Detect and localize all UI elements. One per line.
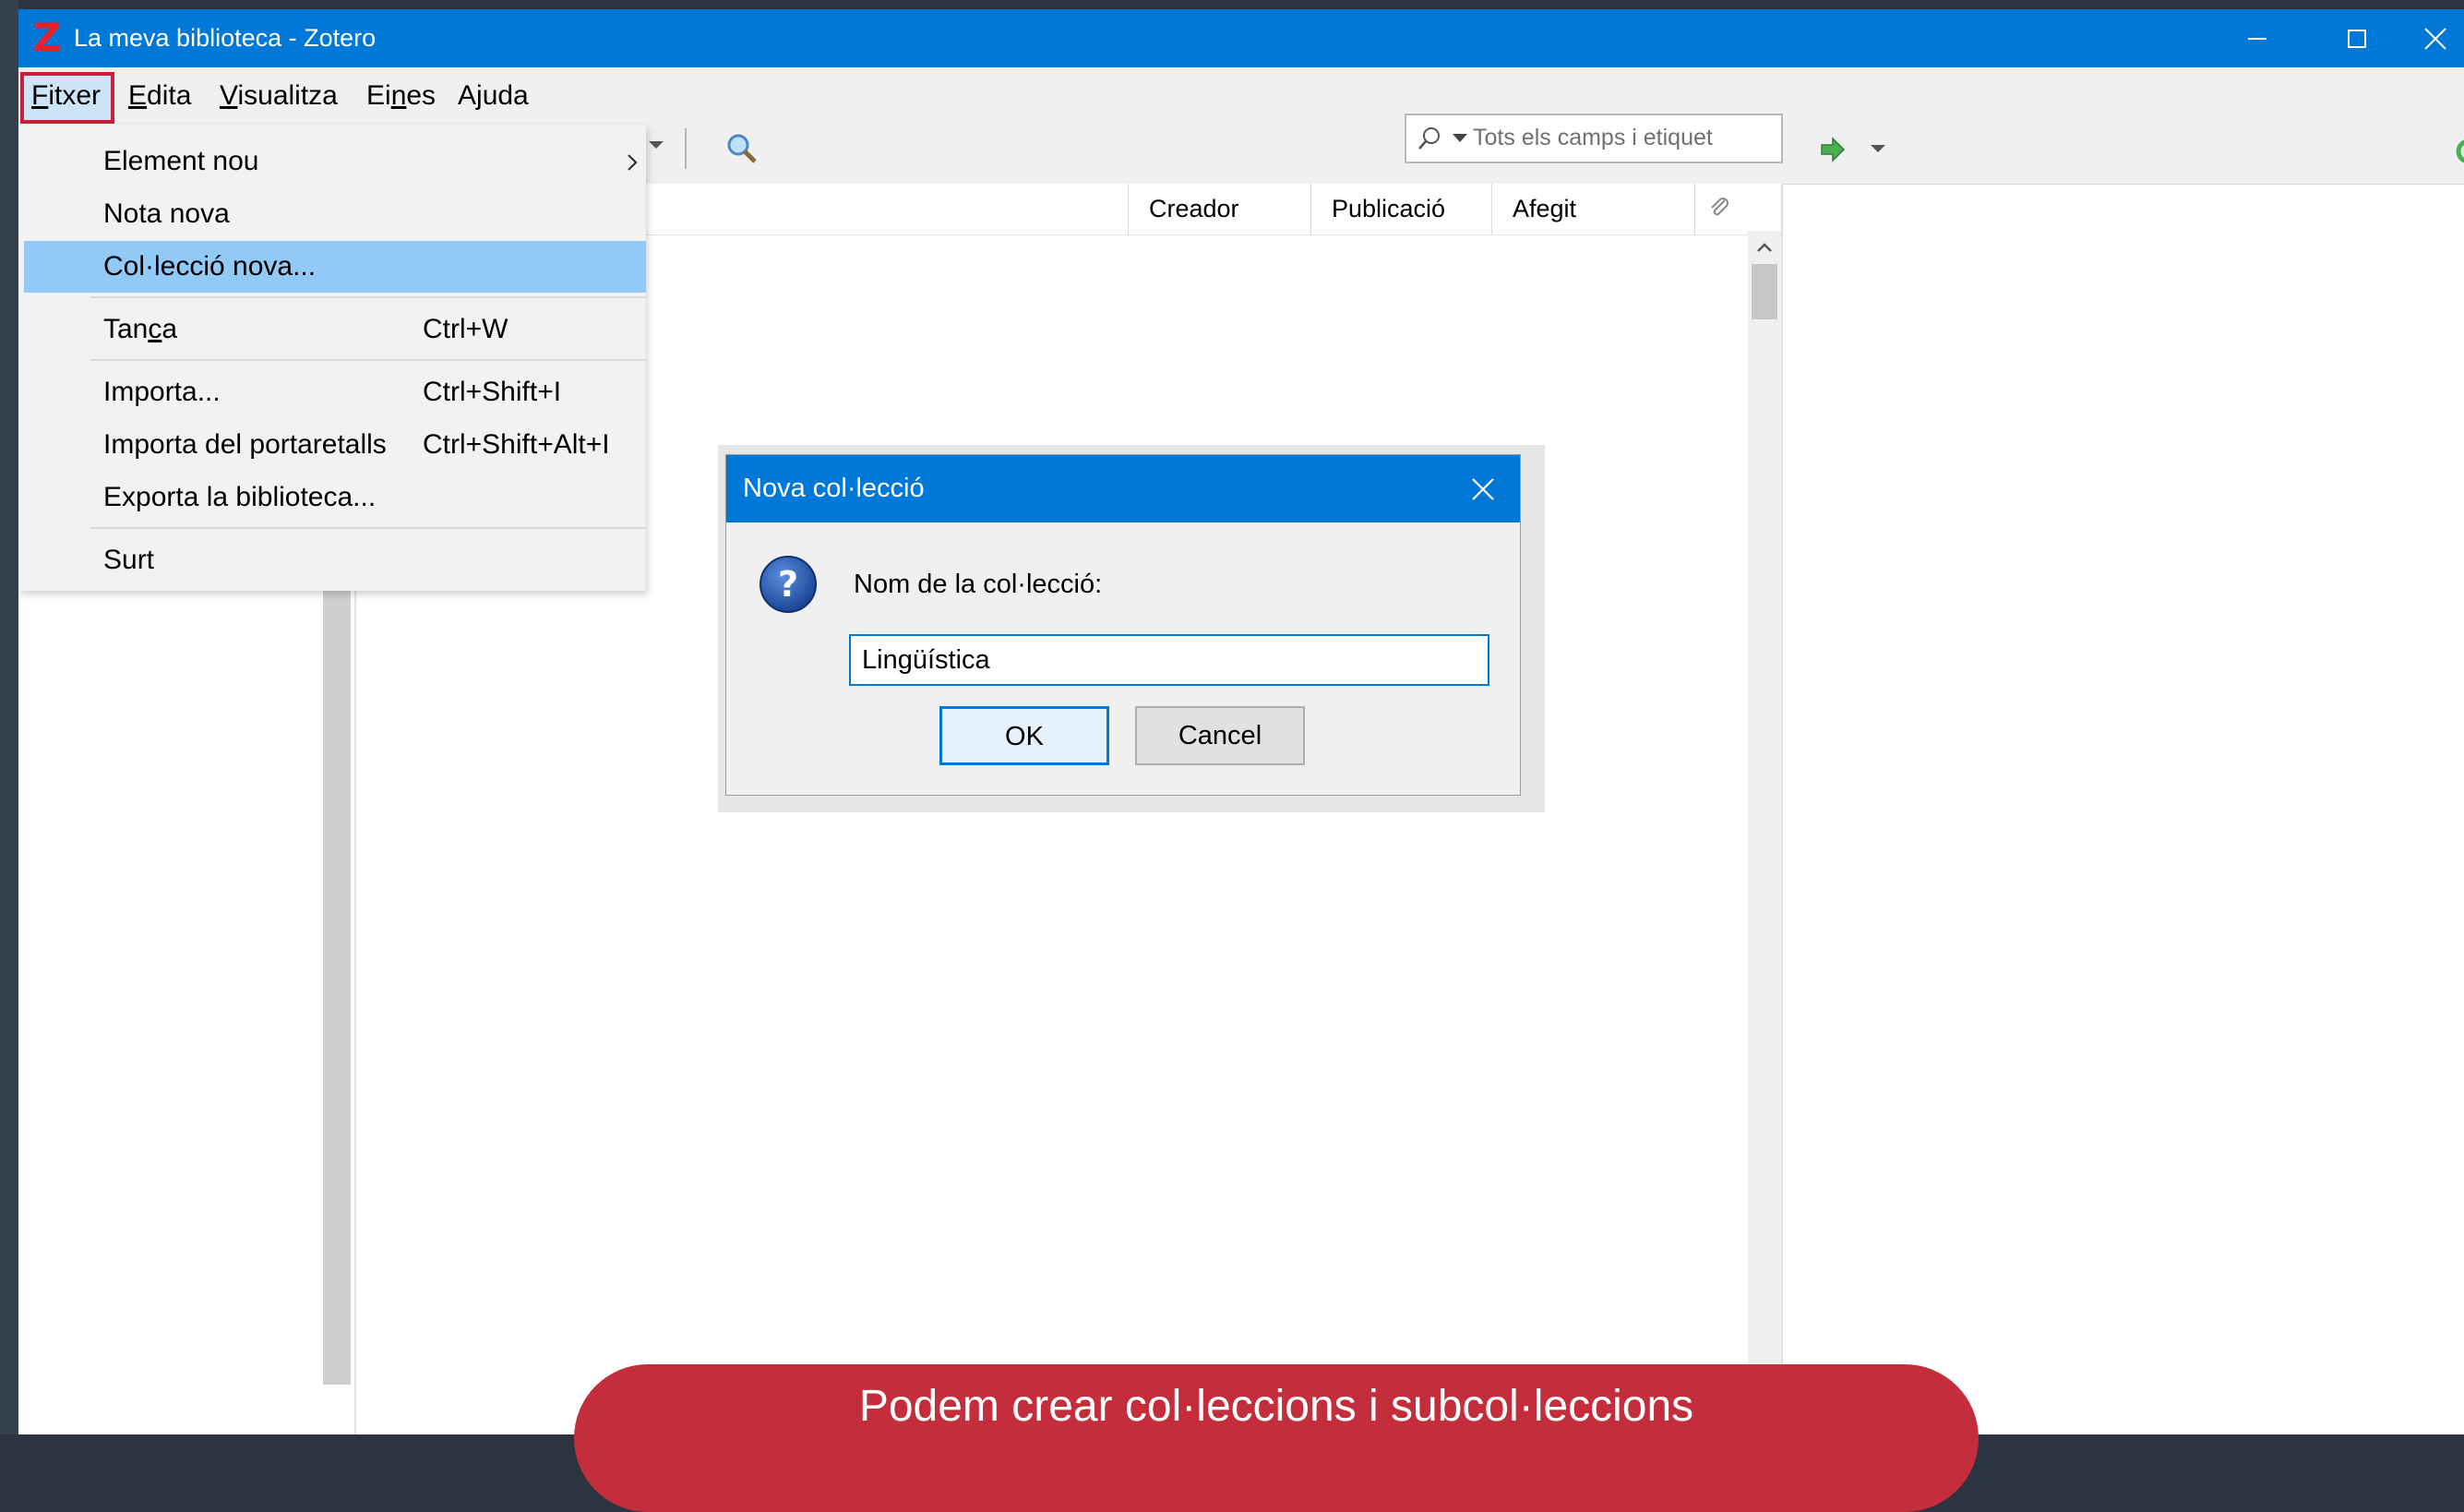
menuitem-label: Importa... bbox=[103, 377, 221, 407]
caption-banner: Podem crear col·leccions i subcol·leccio… bbox=[574, 1364, 1979, 1512]
magnifier-icon bbox=[727, 134, 757, 163]
menu-edita-mnemonic: E bbox=[128, 80, 148, 111]
zotero-window: Z La meva biblioteca - Zotero Tots els c… bbox=[18, 9, 2464, 1434]
column-attachments[interactable] bbox=[1694, 184, 1750, 234]
menuitem-shortcut: Ctrl+Shift+Alt+I bbox=[423, 429, 610, 460]
sync-icon[interactable] bbox=[2455, 138, 2464, 165]
menuitem-label: Exporta la biblioteca... bbox=[103, 482, 377, 512]
menuitem-element-nou[interactable]: Element nou bbox=[24, 136, 646, 187]
locate-dropdown-arrow-icon[interactable] bbox=[1868, 138, 1890, 160]
close-icon bbox=[2424, 27, 2446, 50]
dialog-title: Nova col·lecció bbox=[743, 474, 925, 503]
minimize-button[interactable] bbox=[2207, 9, 2307, 67]
menuitem-colleccio-nova[interactable]: Col·lecció nova... bbox=[24, 241, 646, 293]
paperclip-icon bbox=[1711, 198, 1728, 216]
items-scroll-thumb[interactable] bbox=[1752, 264, 1777, 319]
menuitem-importa-portaretalls[interactable]: Importa del portaretalls Ctrl+Shift+Alt+… bbox=[24, 419, 646, 471]
item-pane-divider bbox=[1781, 184, 1783, 1434]
dropdown-arrow-icon[interactable] bbox=[646, 134, 674, 162]
dialog-title-bar: Nova col·lecció bbox=[726, 455, 1520, 522]
menu-fitxer-label: itxer bbox=[48, 80, 102, 111]
menuitem-exporta-biblioteca[interactable]: Exporta la biblioteca... bbox=[24, 472, 646, 523]
items-column-header: Creador Publicació Afegit bbox=[646, 184, 1781, 235]
menuitem-shortcut: Ctrl+Shift+I bbox=[423, 377, 562, 407]
menu-visualitza-mnemonic: V bbox=[220, 80, 238, 111]
title-bar: Z La meva biblioteca - Zotero bbox=[18, 9, 2464, 67]
submenu-chevron-right-icon bbox=[628, 154, 638, 171]
advanced-search-button[interactable] bbox=[725, 132, 759, 165]
menuitem-label-prefix: Tan bbox=[103, 314, 149, 344]
menu-eines-prefix: Ei bbox=[366, 80, 391, 111]
collection-name-input[interactable]: Lingüística bbox=[849, 634, 1489, 686]
menuitem-importa[interactable]: Importa... Ctrl+Shift+I bbox=[24, 366, 646, 418]
caption-text: Podem crear col·leccions i subcol·leccio… bbox=[858, 1382, 1694, 1431]
svg-text:?: ? bbox=[778, 564, 798, 605]
search-box[interactable]: Tots els camps i etiquet bbox=[1405, 114, 1783, 163]
collections-scrollbar[interactable] bbox=[323, 591, 351, 1385]
maximize-button[interactable] bbox=[2307, 9, 2407, 67]
menu-fitxer[interactable]: Fitxer bbox=[31, 77, 101, 115]
menu-eines-label: es bbox=[406, 80, 437, 111]
menuitem-label: Importa del portaretalls bbox=[103, 429, 387, 460]
menuitem-label: Nota nova bbox=[103, 198, 230, 229]
menu-edita-label: dita bbox=[147, 80, 192, 111]
menu-ajuda-label: uda bbox=[482, 80, 529, 111]
desktop-background-left bbox=[0, 0, 18, 1434]
menuitem-tanca[interactable]: Tanca Ctrl+W bbox=[24, 304, 646, 355]
collections-pane-border bbox=[354, 591, 356, 1434]
toolbar-separator bbox=[685, 128, 687, 169]
menuitem-mnemonic: c bbox=[148, 314, 162, 344]
menu-separator bbox=[90, 527, 646, 529]
menu-eines[interactable]: Eines bbox=[366, 77, 436, 115]
menu-visualitza-label: isualitza bbox=[237, 80, 338, 111]
zotero-logo-icon: Z bbox=[33, 15, 62, 60]
fitxer-dropdown-menu: Element nou Nota nova Col·lecció nova...… bbox=[18, 125, 646, 591]
dialog-prompt: Nom de la col·lecció: bbox=[854, 570, 1103, 599]
column-creador[interactable]: Creador bbox=[1128, 184, 1310, 234]
menu-ajuda[interactable]: Ajuda bbox=[458, 77, 529, 115]
close-icon bbox=[1472, 477, 1494, 500]
items-scrollbar[interactable] bbox=[1748, 231, 1781, 1434]
menuitem-label: Surt bbox=[103, 545, 155, 575]
menu-edita[interactable]: Edita bbox=[128, 77, 191, 115]
column-publicacio[interactable]: Publicació bbox=[1310, 184, 1491, 234]
search-mode-dropdown-icon[interactable] bbox=[1453, 132, 1467, 145]
cancel-button[interactable]: Cancel bbox=[1135, 706, 1305, 765]
nova-colleccio-dialog: Nova col·lecció ? Nom de la col·lecció: … bbox=[725, 454, 1521, 796]
search-placeholder: Tots els camps i etiquet bbox=[1473, 125, 1713, 150]
menu-fitxer-mnemonic: F bbox=[31, 80, 49, 111]
question-icon: ? bbox=[760, 556, 817, 613]
menuitem-label: Element nou bbox=[103, 146, 259, 176]
desktop-background-top bbox=[0, 0, 2464, 9]
search-icon bbox=[1418, 127, 1440, 150]
menu-eines-mnemonic: n bbox=[390, 80, 407, 111]
menu-visualitza[interactable]: Visualitza bbox=[220, 77, 338, 115]
menu-separator bbox=[90, 359, 646, 361]
green-arrow-icon bbox=[1821, 137, 1846, 162]
close-window-button[interactable] bbox=[2407, 9, 2464, 67]
menu-ajuda-prefix: A bbox=[458, 80, 477, 111]
menu-separator bbox=[90, 296, 646, 298]
locate-button[interactable] bbox=[1820, 134, 1857, 165]
menu-ajuda-mnemonic: j bbox=[476, 80, 483, 111]
menuitem-surt[interactable]: Surt bbox=[24, 534, 646, 586]
menuitem-label: Col·lecció nova... bbox=[103, 251, 317, 282]
scroll-up-icon[interactable] bbox=[1755, 240, 1774, 255]
column-afegit[interactable]: Afegit bbox=[1491, 184, 1676, 234]
menuitem-nota-nova[interactable]: Nota nova bbox=[24, 188, 646, 240]
menuitem-label: Tanca bbox=[103, 304, 177, 355]
menuitem-label-rest: a bbox=[161, 314, 178, 344]
dialog-close-button[interactable] bbox=[1446, 455, 1520, 522]
menuitem-shortcut: Ctrl+W bbox=[423, 314, 508, 344]
window-title: La meva biblioteca - Zotero bbox=[74, 24, 377, 52]
ok-button[interactable]: OK bbox=[939, 706, 1109, 765]
minimize-icon bbox=[2248, 37, 2267, 40]
maximize-icon bbox=[2348, 29, 2366, 48]
